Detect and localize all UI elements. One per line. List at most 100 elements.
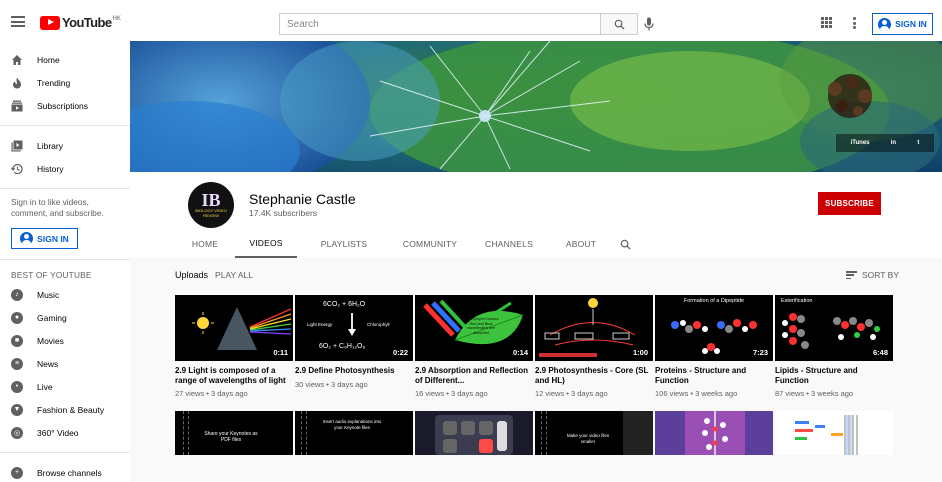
sidebar-item-subscriptions[interactable]: Subscriptions [0, 94, 130, 117]
video-thumbnail[interactable]: Insert audio explanations into your Keyn… [295, 411, 413, 455]
tab-about[interactable]: ABOUT [549, 230, 613, 258]
video-thumbnail[interactable]: Chlorophyll in leaves Red and Blue wavel… [415, 295, 533, 361]
video-card[interactable]: 1:00 2.9 Photosynthesis - Core (SL and H… [535, 295, 653, 398]
twitter-link[interactable]: t [917, 140, 919, 146]
sidebar-item-trending[interactable]: Trending [0, 71, 130, 94]
tab-videos[interactable]: VIDEOS [235, 230, 297, 258]
video-thumbnail[interactable]: Make your video files smaller [535, 411, 653, 455]
search-input[interactable] [279, 13, 600, 35]
equation-top: 6CO₂ + 6H₂O [323, 301, 366, 308]
video-card[interactable]: 6CO₂ + 6H₂O Light Energy Chlorophyll 6O₂… [295, 295, 413, 389]
voice-search-button[interactable] [640, 15, 658, 33]
sidebar-item-label: Trending [37, 77, 71, 88]
more-options-icon[interactable] [852, 17, 856, 29]
video-title[interactable]: 2.9 Absorption and Reflection of Differe… [415, 366, 533, 385]
play-all-button[interactable]: PLAY ALL [215, 270, 253, 280]
video-duration: 6:48 [870, 348, 890, 358]
diagram-art [775, 411, 893, 455]
360-video-icon: ◎ [11, 426, 23, 439]
sidebar-item-label: Subscriptions [37, 100, 89, 111]
video-meta: 27 views • 3 days ago [175, 389, 248, 398]
sidebar-item-history[interactable]: History [0, 157, 130, 180]
video-card[interactable]: 0:11 2.9 Light is composed of a range of… [175, 295, 293, 398]
sort-icon [846, 271, 857, 279]
video-card[interactable]: Chlorophyll in leaves Red and Blue wavel… [415, 295, 533, 398]
subscriptions-icon [11, 100, 23, 112]
search-button[interactable] [600, 13, 638, 35]
channel-search-button[interactable] [613, 230, 637, 258]
leaf-caption: Chlorophyll in leaves Red and Blue wavel… [463, 317, 499, 335]
menu-icon[interactable] [11, 16, 25, 27]
thumb-film-strip [183, 411, 189, 455]
tab-playlists[interactable]: PLAYLISTS [297, 230, 391, 258]
equation-chlorophyll: Chlorophyll [367, 322, 390, 327]
sidebar-item-live[interactable]: • Live [0, 375, 130, 398]
equation-light-energy: Light Energy [307, 322, 333, 327]
sidebar-item-library[interactable]: Library [0, 134, 130, 157]
video-title[interactable]: Lipids - Structure and Function [775, 366, 893, 385]
video-thumbnail[interactable]: 6CO₂ + 6H₂O Light Energy Chlorophyll 6O₂… [295, 295, 413, 361]
tab-home[interactable]: HOME [175, 230, 235, 258]
video-duration: 0:22 [390, 348, 410, 358]
sidebar-item-movies[interactable]: ■ Movies [0, 329, 130, 352]
channel-header: IB BIOLOGY VIDEO REVIEW Stephanie Castle… [130, 172, 942, 258]
add-circle-icon: + [11, 466, 23, 479]
thumbnail-caption: Make your video files smaller [566, 433, 610, 444]
video-thumbnail[interactable]: Share your Keynotes as PDF files [175, 411, 293, 455]
sidebar-item-label: History [37, 163, 64, 174]
sign-in-button[interactable]: SIGN IN [872, 13, 933, 35]
tab-channels[interactable]: CHANNELS [469, 230, 549, 258]
video-thumbnail[interactable] [655, 411, 773, 455]
video-thumbnail[interactable] [775, 411, 893, 455]
banner-social-links[interactable]: iTunes in t [836, 134, 934, 152]
video-title[interactable]: 2.9 Photosynthesis - Core (SL and HL) [535, 366, 653, 385]
thumb-side-panel [623, 411, 653, 455]
video-thumbnail[interactable]: Esterification 6:48 [775, 295, 893, 361]
sidebar-divider [0, 259, 130, 260]
video-thumbnail[interactable] [415, 411, 533, 455]
uploads-header: Uploads PLAY ALL [175, 270, 253, 280]
sidebar-item-home[interactable]: Home [0, 48, 130, 71]
linkedin-link[interactable]: in [891, 140, 896, 146]
equation-bottom: 6O₂ + C₆H₁₂O₆ [319, 343, 366, 350]
thumbnail-heading: Esterification [781, 298, 813, 304]
sidebar-item-label: Home [37, 54, 60, 65]
sidebar-item-label: Gaming [37, 312, 67, 323]
sidebar-item-gaming[interactable]: ● Gaming [0, 306, 130, 329]
sidebar-item-music[interactable]: ♪ Music [0, 283, 130, 306]
search-bar [279, 13, 638, 35]
video-thumbnail[interactable]: 0:11 [175, 295, 293, 361]
sidebar-item-360-video[interactable]: ◎ 360° Video [0, 421, 130, 444]
video-card[interactable]: Formation of a Dipeptide 7:23 Proteins -… [655, 295, 773, 398]
subscribe-button[interactable]: SUBSCRIBE [818, 192, 881, 215]
search-icon [620, 239, 631, 250]
thumb-film-strip [541, 411, 547, 455]
thumbnail-caption: Insert audio explanations into your Keyn… [322, 419, 382, 430]
ipad-control-center-art [435, 415, 513, 455]
sidebar-item-label: Music [37, 289, 60, 300]
video-duration: 1:00 [630, 348, 650, 358]
sidebar-item-label: Live [37, 381, 53, 392]
video-thumbnail[interactable]: Formation of a Dipeptide 7:23 [655, 295, 773, 361]
avatar-logo-subtext: BIOLOGY VIDEO REVIEW [195, 208, 227, 218]
video-title[interactable]: Proteins - Structure and Function [655, 366, 773, 385]
video-card[interactable]: Esterification 6:48 Lipids - Structure a… [775, 295, 893, 398]
subscriber-count: 17.4K subscribers [249, 208, 318, 218]
avatar-logo-text: IB [201, 190, 221, 210]
uploads-title: Uploads [175, 270, 209, 280]
sidebar-item-browse-channels[interactable]: + Browse channels [0, 461, 130, 482]
video-title[interactable]: 2.9 Define Photosynthesis [295, 366, 413, 376]
channel-avatar[interactable]: IB BIOLOGY VIDEO REVIEW [188, 182, 234, 228]
sidebar-item-news[interactable]: ≡ News [0, 352, 130, 375]
youtube-logo[interactable]: YouTube HK [40, 15, 121, 30]
sort-by-label: SORT BY [862, 270, 900, 280]
sort-by-button[interactable]: SORT BY [846, 270, 899, 280]
apps-icon[interactable] [821, 17, 832, 28]
tab-community[interactable]: COMMUNITY [391, 230, 469, 258]
news-icon: ≡ [11, 357, 23, 370]
sidebar-sign-in-button[interactable]: SIGN IN [11, 228, 78, 249]
video-title[interactable]: 2.9 Light is composed of a range of wave… [175, 366, 293, 385]
video-thumbnail[interactable]: 1:00 [535, 295, 653, 361]
sidebar-item-fashion-beauty[interactable]: ▼ Fashion & Beauty [0, 398, 130, 421]
itunes-link[interactable]: iTunes [851, 140, 870, 146]
